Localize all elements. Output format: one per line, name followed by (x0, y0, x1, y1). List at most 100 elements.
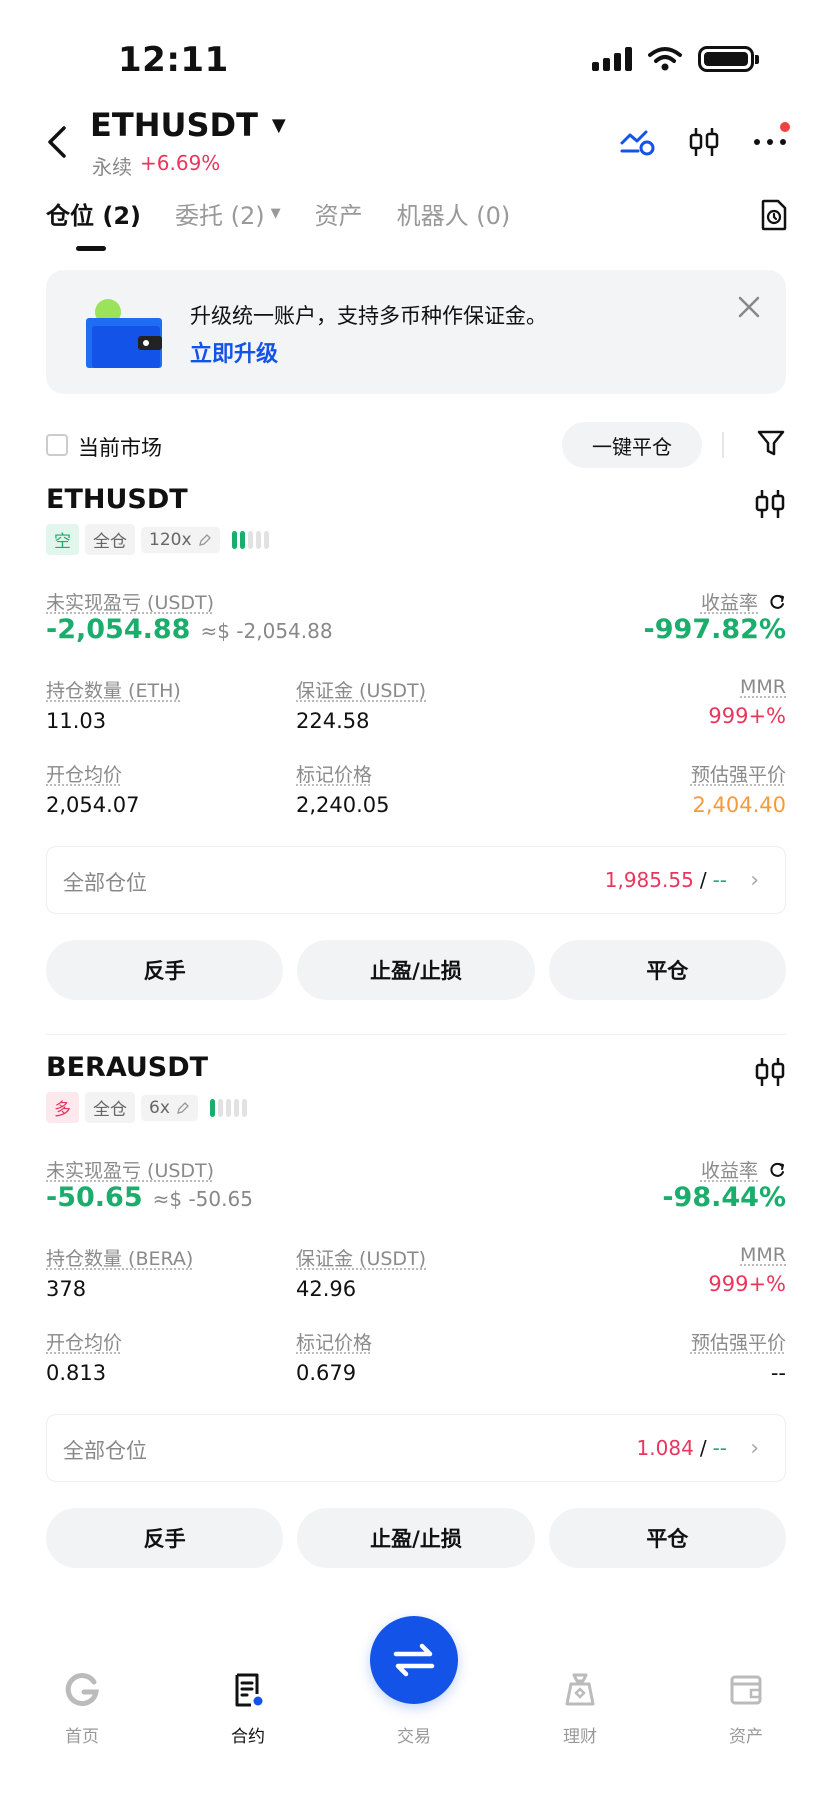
tp-sl-button[interactable]: 止盈/止损 (297, 940, 535, 1000)
unrealized-pnl-label: 未实现盈亏 (USDT) (46, 1160, 215, 1182)
roe-label-group[interactable]: 收益率 (701, 588, 786, 615)
side-tag: 多 (46, 1092, 79, 1123)
tp-sl-button[interactable]: 止盈/止损 (297, 1508, 535, 1568)
reverse-button[interactable]: 反手 (46, 1508, 284, 1568)
all-positions-number: 1.084 (636, 1436, 694, 1460)
mmr-value: 999+% (708, 704, 786, 728)
leverage-tag[interactable]: 6x (141, 1094, 198, 1121)
roe-value: -98.44% (662, 1182, 786, 1213)
home-logo-icon (65, 1673, 99, 1707)
mark-price: 标记价格 2,240.05 (296, 760, 390, 817)
contract-type: 永续 (92, 155, 132, 179)
status-bar: 12:11 (0, 0, 828, 110)
liquidation-price: 预估强平价 -- (691, 1328, 786, 1385)
size-value: 378 (46, 1277, 87, 1301)
position-symbol[interactable]: ETHUSDT (46, 484, 188, 515)
roe-label-group[interactable]: 收益率 (701, 1156, 786, 1183)
strategy-button[interactable] (620, 124, 656, 160)
margin-value: 42.96 (296, 1277, 357, 1301)
kline-button[interactable] (686, 124, 722, 160)
all-positions-dash: -- (712, 868, 727, 892)
trade-button[interactable] (370, 1616, 458, 1704)
more-button[interactable] (752, 122, 790, 160)
wallet-illustration-icon (86, 299, 162, 368)
entry-value: 2,054.07 (46, 793, 140, 817)
leverage-value: 120x (149, 529, 192, 550)
all-positions-row[interactable]: 全部仓位 1.084 / -- › (46, 1414, 786, 1482)
size-value: 11.03 (46, 709, 107, 733)
tab-bots[interactable]: 机器人 (0) (397, 196, 511, 251)
back-button[interactable] (40, 120, 74, 164)
pnl-approx: ≈$ -2,054.88 (200, 619, 333, 643)
pair-selector[interactable]: ETHUSDT ▼ (90, 106, 286, 144)
liq-label: 预估强平价 (690, 764, 786, 786)
header: ETHUSDT ▼ 永续 +6.69% (0, 100, 828, 190)
tab-finance[interactable]: 理财 (520, 1670, 640, 1747)
swap-arrows-icon (393, 1643, 435, 1677)
caret-down-icon: ▼ (271, 114, 286, 136)
bottom-tab-bar: 首页 合约 交易 理财 资产 (0, 1616, 828, 1800)
upgrade-now-link[interactable]: 立即升级 (190, 336, 278, 368)
mark-label: 标记价格 (296, 1332, 373, 1354)
tab-home[interactable]: 首页 (22, 1670, 142, 1747)
close-all-button[interactable]: 一键平仓 (562, 422, 702, 468)
reverse-button[interactable]: 反手 (46, 940, 284, 1000)
filter-button[interactable] (756, 428, 786, 462)
current-market-checkbox[interactable] (46, 434, 68, 456)
header-actions (620, 122, 790, 160)
position-chart-button[interactable] (754, 1056, 786, 1092)
position-mmr: MMR 999+% (708, 1244, 786, 1296)
tab-contract[interactable]: 合约 (188, 1670, 308, 1747)
status-time: 12:11 (118, 40, 229, 80)
tab-assets-label: 资产 (729, 1727, 763, 1747)
upgrade-banner: 升级统一账户，支持多币种作保证金。 立即升级 (46, 270, 786, 394)
tab-assets[interactable]: 资产 (686, 1670, 806, 1747)
mark-label: 标记价格 (296, 764, 373, 786)
chevron-right-icon: › (750, 868, 759, 893)
all-positions-dash: -- (712, 1436, 727, 1460)
close-icon (738, 296, 760, 318)
all-positions-row[interactable]: 全部仓位 1,985.55 / -- › (46, 846, 786, 914)
tab-trade-label: 交易 (397, 1727, 431, 1747)
tab-positions[interactable]: 仓位 (2) (46, 196, 141, 251)
banner-close-button[interactable] (734, 292, 764, 322)
tab-orders[interactable]: 委托 (2) ▼ (175, 196, 281, 251)
price-change: +6.69% (140, 151, 221, 175)
active-tab-indicator (76, 246, 106, 251)
liq-value: 2,404.40 (692, 793, 786, 817)
margin-label: 保证金 (USDT) (296, 680, 427, 702)
edit-pencil-icon (176, 1101, 189, 1114)
mmr-label: MMR (740, 676, 786, 698)
contract-document-icon (235, 1673, 263, 1707)
margin-value: 224.58 (296, 709, 370, 733)
position-symbol[interactable]: BERAUSDT (46, 1052, 208, 1083)
position-margin: 保证金 (USDT) 224.58 (296, 676, 426, 733)
all-positions-label: 全部仓位 (63, 1439, 147, 1463)
mmr-label: MMR (740, 1244, 786, 1266)
close-position-button[interactable]: 平仓 (548, 940, 786, 1000)
unrealized-pnl: -50.65 ≈$ -50.65 (46, 1182, 253, 1213)
status-icons (592, 46, 759, 72)
position-mmr: MMR 999+% (708, 676, 786, 728)
entry-label: 开仓均价 (46, 1332, 123, 1354)
entry-price: 开仓均价 0.813 (46, 1328, 122, 1385)
tab-label: 资产 (314, 202, 363, 230)
size-label: 持仓数量 (BERA) (46, 1248, 194, 1270)
mmr-value: 999+% (708, 1272, 786, 1296)
position-chart-button[interactable] (754, 488, 786, 524)
all-positions-value: 1,985.55 / -- (605, 868, 727, 892)
leverage-tag[interactable]: 120x (141, 526, 220, 553)
wifi-icon (648, 47, 682, 71)
position-actions: 反手 止盈/止损 平仓 (46, 1508, 786, 1568)
tab-assets[interactable]: 资产 (315, 196, 363, 251)
caret-down-icon: ▼ (270, 206, 281, 221)
pair-title: ETHUSDT (90, 106, 258, 144)
candlestick-icon (689, 128, 719, 156)
tab-label: 机器人 (0) (396, 202, 511, 230)
entry-price: 开仓均价 2,054.07 (46, 760, 140, 817)
close-position-button[interactable]: 平仓 (548, 1508, 786, 1568)
history-button[interactable] (760, 198, 788, 236)
refresh-icon (770, 594, 784, 609)
position-actions: 反手 止盈/止损 平仓 (46, 940, 786, 1000)
more-dots-icon (754, 139, 786, 145)
